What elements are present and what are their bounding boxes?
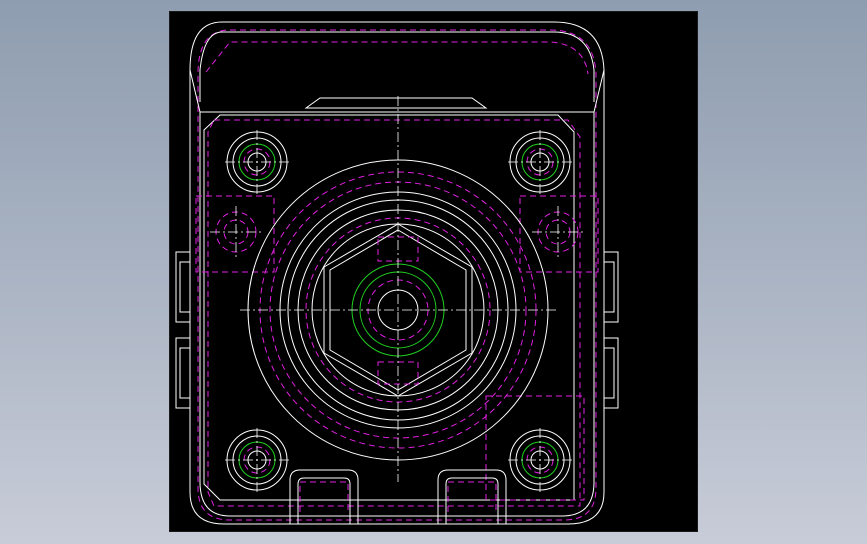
cad-drawing-viewport[interactable]: .w { stroke: #ffffff; fill: none; stroke… [170, 12, 697, 531]
housing-outline [189, 21, 605, 525]
cad-drawing: .w { stroke: #ffffff; fill: none; stroke… [175, 21, 619, 525]
corner-bolt-holes [226, 131, 571, 491]
